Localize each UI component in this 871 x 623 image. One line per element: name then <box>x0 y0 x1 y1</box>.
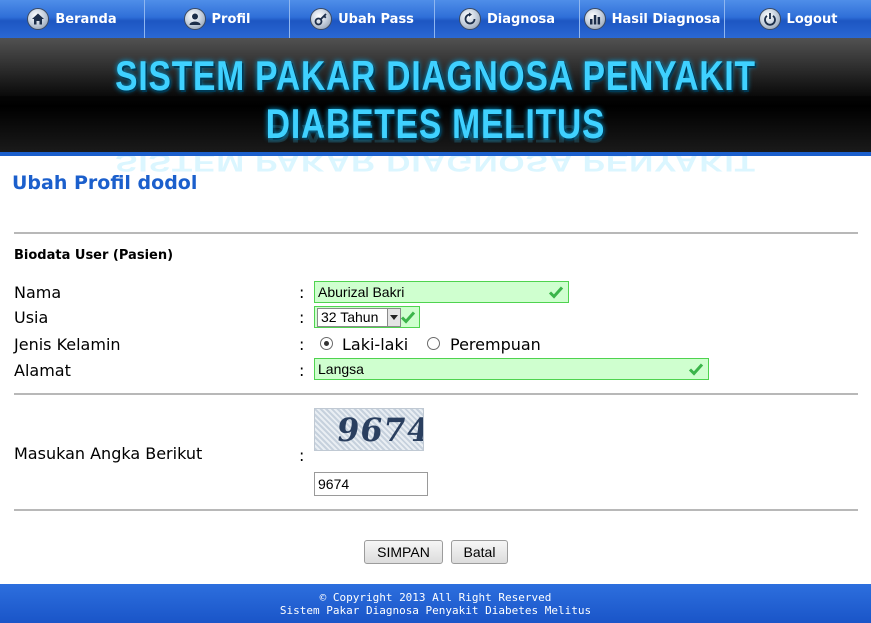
nama-value: Aburizal Bakri <box>318 284 405 300</box>
nav-hasil-diagnosa[interactable]: Hasil Diagnosa <box>580 0 725 38</box>
simpan-button[interactable]: SIMPAN <box>364 540 443 564</box>
footer-subtitle: Sistem Pakar Diagnosa Penyakit Diabetes … <box>279 604 592 617</box>
batal-button[interactable]: Batal <box>451 540 508 564</box>
footer-copyright: © Copyright 2013 All Right Reserved <box>319 591 552 604</box>
alamat-value: Langsa <box>318 361 364 377</box>
usia-label: Usia <box>14 308 49 327</box>
nav-beranda[interactable]: Beranda <box>0 0 145 38</box>
nama-field[interactable]: Aburizal Bakri <box>314 281 569 303</box>
radio-laki-laki-label: Laki-laki <box>342 335 409 354</box>
usia-select-wrapper: 32 Tahun <box>314 306 420 328</box>
divider <box>14 393 858 395</box>
chevron-down-icon[interactable] <box>387 309 400 326</box>
check-icon <box>400 311 416 324</box>
alamat-field[interactable]: Langsa <box>314 358 709 380</box>
nav-ubah-pass[interactable]: Ubah Pass <box>290 0 435 38</box>
section-title: Biodata User (Pasien) <box>14 248 174 263</box>
radio-perempuan-label: Perempuan <box>450 335 541 354</box>
colon: : <box>299 361 305 380</box>
bar-chart-icon <box>583 8 606 30</box>
nav-diagnosa[interactable]: Diagnosa <box>435 0 580 38</box>
colon: : <box>299 308 305 327</box>
footer: © Copyright 2013 All Right Reserved Sist… <box>0 584 871 623</box>
banner-title-reflection: SISTEM PAKAR DIAGNOSA PENYAKIT DIABETES … <box>115 119 756 177</box>
jenis-kelamin-label: Jenis Kelamin <box>14 335 121 354</box>
page-title: Ubah Profil dodol <box>12 172 198 194</box>
captcha-input[interactable] <box>314 472 428 496</box>
colon: : <box>299 283 305 302</box>
header-banner: SISTEM PAKAR DIAGNOSA PENYAKIT DIABETES … <box>0 38 871 177</box>
captcha-text: 9674 <box>334 411 424 449</box>
radio-laki-laki[interactable] <box>320 337 333 350</box>
nav-label: Ubah Pass <box>338 11 414 27</box>
colon: : <box>299 335 305 354</box>
radio-perempuan[interactable] <box>427 337 440 350</box>
nav-profil[interactable]: Profil <box>145 0 290 38</box>
key-icon <box>310 8 333 30</box>
nav-logout[interactable]: Logout <box>725 0 871 38</box>
nav-label: Hasil Diagnosa <box>611 11 721 27</box>
user-icon <box>183 8 206 30</box>
refresh-icon <box>458 8 481 30</box>
nav-label: Beranda <box>55 11 117 27</box>
usia-value: 32 Tahun <box>321 309 379 325</box>
divider <box>14 509 858 511</box>
divider <box>14 232 858 234</box>
colon: : <box>299 446 305 465</box>
nav-label: Logout <box>786 11 838 27</box>
captcha-label: Masukan Angka Berikut <box>14 444 203 463</box>
usia-select[interactable]: 32 Tahun <box>317 308 401 327</box>
captcha-image: 9674 <box>314 408 424 451</box>
check-icon <box>548 286 564 299</box>
nav-label: Profil <box>211 11 251 27</box>
top-nav: Beranda Profil Ubah Pass Diagnosa Hasil … <box>0 0 871 38</box>
alamat-label: Alamat <box>14 361 71 380</box>
check-icon <box>688 363 704 376</box>
banner-divider <box>0 152 871 156</box>
nama-label: Nama <box>14 283 62 302</box>
power-icon <box>758 8 781 30</box>
nav-label: Diagnosa <box>486 11 556 27</box>
home-icon <box>27 8 50 30</box>
